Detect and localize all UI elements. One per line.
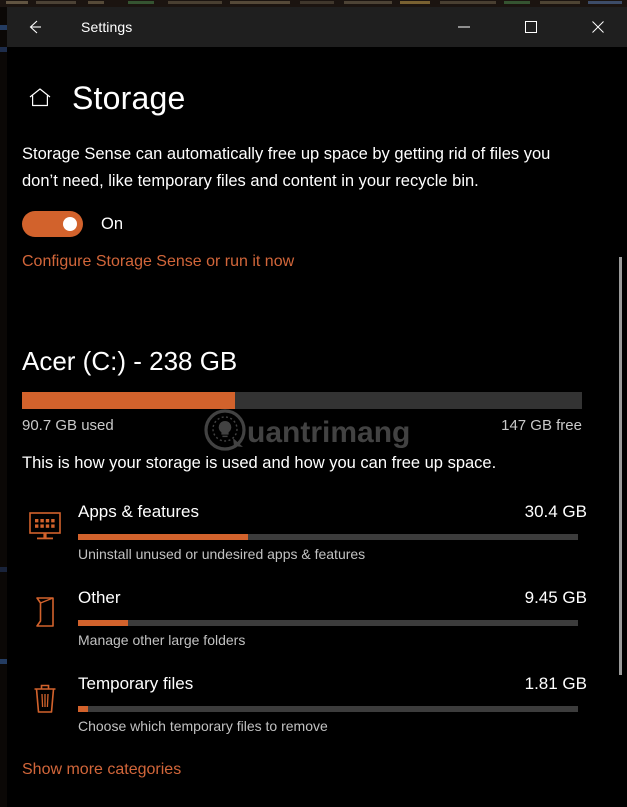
- title-bar: Settings: [7, 7, 627, 47]
- minimize-button[interactable]: [441, 7, 487, 47]
- main-content: Storage Sense can automatically free up …: [7, 129, 627, 807]
- maximize-button[interactable]: [508, 7, 554, 47]
- maximize-icon: [524, 20, 538, 34]
- category-size: 30.4 GB: [524, 502, 587, 521]
- category-size: 9.45 GB: [524, 588, 587, 607]
- folder-other-icon: [27, 594, 63, 630]
- storage-sense-description: Storage Sense can automatically free up …: [22, 145, 551, 190]
- category-name: Temporary files: [78, 674, 194, 693]
- drive-usage-bar: [22, 392, 582, 409]
- minimize-icon: [457, 20, 471, 34]
- drive-usage-bar-fill: [22, 392, 235, 409]
- category-description: Uninstall unused or undesired apps & fea…: [78, 546, 366, 562]
- background-window-strip: [0, 0, 627, 7]
- category-usage-bar-fill: [78, 620, 128, 626]
- page-title: Storage: [72, 79, 186, 116]
- category-row-other[interactable]: Other 9.45 GB Manage other large folders: [7, 582, 627, 668]
- drive-title: Acer (C:) - 238 GB: [22, 346, 238, 376]
- back-arrow-icon: [24, 16, 46, 38]
- category-list: Apps & features 30.4 GB Uninstall unused…: [7, 496, 627, 754]
- app-title: Settings: [81, 19, 133, 35]
- category-row-apps[interactable]: Apps & features 30.4 GB Uninstall unused…: [7, 496, 627, 582]
- page-header: Storage: [7, 69, 627, 127]
- drive-free-label: 147 GB free: [501, 417, 582, 434]
- storage-sense-toggle-row: On: [22, 211, 123, 237]
- show-more-categories-link[interactable]: Show more categories: [22, 761, 181, 779]
- svg-text:uantrimang: uantrimang: [247, 416, 410, 449]
- storage-sense-toggle[interactable]: [22, 211, 83, 237]
- watermark: uantrimang: [203, 408, 438, 452]
- usage-description: This is how your storage is used and how…: [22, 454, 497, 472]
- category-usage-bar: [78, 706, 578, 712]
- toggle-state-label: On: [101, 214, 124, 233]
- monitor-apps-icon: [27, 508, 63, 544]
- category-usage-bar-fill: [78, 534, 248, 540]
- toggle-knob: [63, 217, 77, 231]
- drive-used-label: 90.7 GB used: [22, 417, 114, 434]
- scrollbar-thumb[interactable]: [619, 257, 622, 675]
- category-row-temporary-files[interactable]: Temporary files 1.81 GB Choose which tem…: [7, 668, 627, 754]
- close-button[interactable]: [575, 7, 621, 47]
- category-usage-bar: [78, 620, 578, 626]
- category-name: Other: [78, 588, 121, 607]
- settings-window: Settings Storage Storage Sense can autom…: [7, 7, 627, 807]
- close-icon: [591, 20, 605, 34]
- back-button[interactable]: [12, 7, 58, 47]
- category-size: 1.81 GB: [524, 674, 587, 693]
- trash-can-icon: [27, 680, 63, 716]
- category-usage-bar: [78, 534, 578, 540]
- category-description: Choose which temporary files to remove: [78, 718, 328, 734]
- home-icon[interactable]: [23, 86, 57, 110]
- category-description: Manage other large folders: [78, 632, 246, 648]
- configure-storage-sense-link[interactable]: Configure Storage Sense or run it now: [22, 253, 294, 271]
- background-left-edge: [0, 7, 7, 807]
- category-usage-bar-fill: [78, 706, 88, 712]
- scrollbar-track[interactable]: [616, 251, 625, 807]
- category-name: Apps & features: [78, 502, 199, 521]
